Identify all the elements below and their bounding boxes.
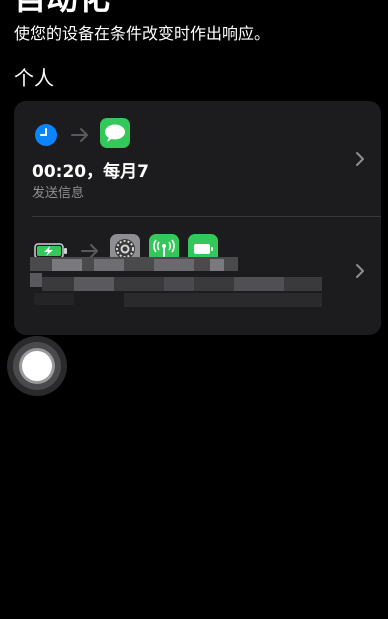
page-subtitle: 使您的设备在条件改变时作出响应。	[14, 24, 271, 43]
clock-icon	[34, 123, 58, 147]
section-header-personal: 个人	[14, 66, 54, 90]
messages-icon	[100, 118, 130, 148]
automation-row-battery[interactable]	[14, 217, 381, 335]
chevron-right-icon	[355, 263, 365, 279]
automation-list-card: 00:20，每月7 发送信息	[14, 101, 381, 335]
page-title: 自动化	[14, 0, 110, 14]
automation-subtitle: 发送信息	[32, 186, 85, 201]
assistive-touch-icon[interactable]	[7, 336, 67, 396]
assistive-touch-ring-inner	[22, 351, 52, 381]
automation-title: 00:20，每月7	[32, 162, 149, 182]
chevron-right-icon	[355, 151, 365, 167]
arrow-right-icon	[70, 125, 90, 145]
automation-row-monthly-message[interactable]: 00:20，每月7 发送信息	[14, 101, 381, 217]
